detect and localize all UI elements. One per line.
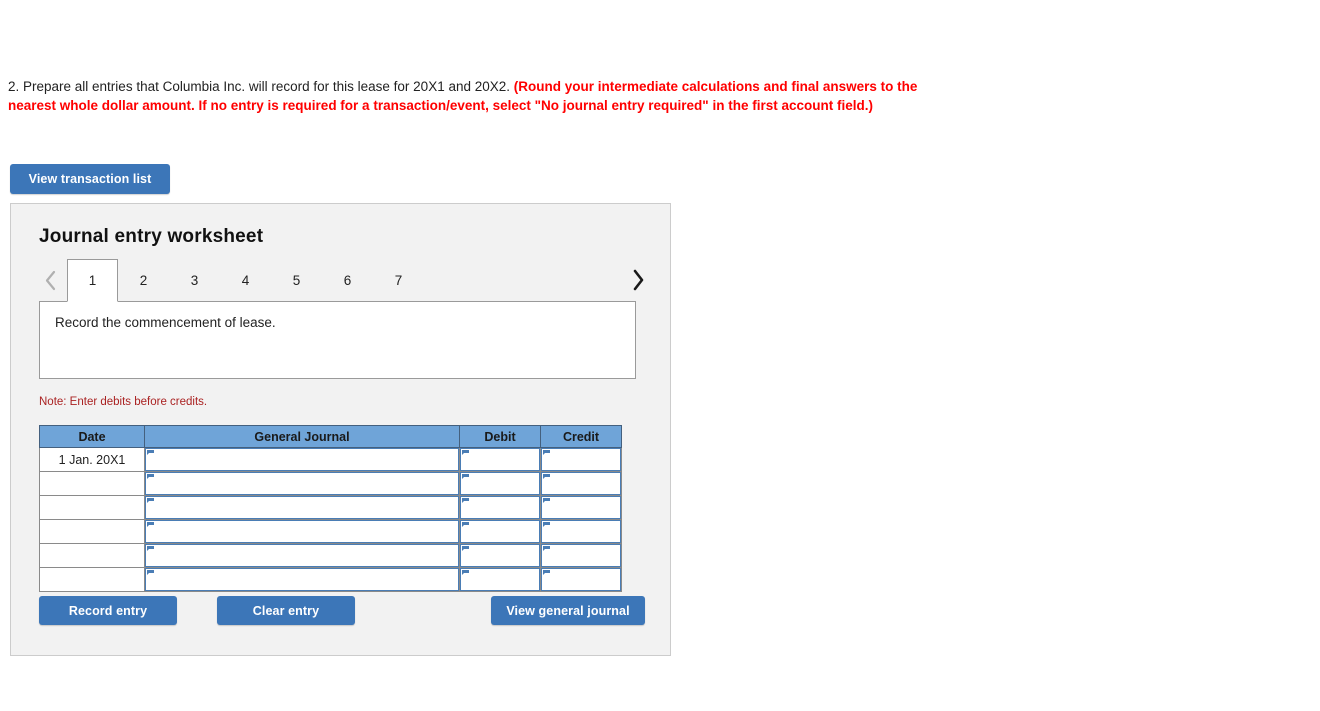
date-cell bbox=[39, 543, 145, 568]
worksheet-tab-6-label: 6 bbox=[343, 272, 352, 288]
debit-cell[interactable] bbox=[459, 471, 541, 496]
transaction-description-text: Record the commencement of lease. bbox=[55, 315, 276, 330]
worksheet-tab-5[interactable]: 5 bbox=[271, 259, 322, 301]
table-row bbox=[39, 519, 622, 544]
date-cell bbox=[39, 495, 145, 520]
credit-input[interactable] bbox=[541, 472, 621, 495]
view-general-journal-button[interactable]: View general journal bbox=[491, 596, 645, 625]
clear-entry-button[interactable]: Clear entry bbox=[217, 596, 355, 625]
date-cell bbox=[39, 519, 145, 544]
table-header-row: Date General Journal Debit Credit bbox=[39, 425, 622, 448]
worksheet-tab-1[interactable]: 1 bbox=[67, 259, 118, 302]
credit-cell[interactable] bbox=[540, 447, 622, 472]
debit-cell[interactable] bbox=[459, 543, 541, 568]
debit-input[interactable] bbox=[460, 472, 540, 495]
column-header-credit: Credit bbox=[540, 425, 622, 448]
worksheet-tab-2[interactable]: 2 bbox=[118, 259, 169, 301]
credit-input[interactable] bbox=[541, 544, 621, 567]
debit-input[interactable] bbox=[460, 496, 540, 519]
debits-before-credits-note: Note: Enter debits before credits. bbox=[39, 396, 208, 408]
credit-cell[interactable] bbox=[540, 495, 622, 520]
debit-cell[interactable] bbox=[459, 495, 541, 520]
date-cell: 1 Jan. 20X1 bbox=[39, 447, 145, 472]
question-main-text: 2. Prepare all entries that Columbia Inc… bbox=[8, 79, 511, 94]
general-journal-input[interactable] bbox=[145, 472, 459, 495]
debit-input[interactable] bbox=[460, 544, 540, 567]
column-header-general-journal: General Journal bbox=[144, 425, 460, 448]
worksheet-tab-4[interactable]: 4 bbox=[220, 259, 271, 301]
next-tab-button[interactable] bbox=[627, 263, 649, 297]
transaction-description-box: Record the commencement of lease. bbox=[39, 301, 636, 379]
credit-input[interactable] bbox=[541, 496, 621, 519]
date-cell bbox=[39, 567, 145, 592]
credit-cell[interactable] bbox=[540, 519, 622, 544]
credit-input[interactable] bbox=[541, 448, 621, 471]
general-journal-cell[interactable] bbox=[144, 471, 460, 496]
table-row bbox=[39, 471, 622, 496]
worksheet-tab-6[interactable]: 6 bbox=[322, 259, 373, 301]
worksheet-tab-strip: 1 2 3 4 5 6 7 bbox=[39, 259, 649, 304]
table-row bbox=[39, 543, 622, 568]
general-journal-cell[interactable] bbox=[144, 495, 460, 520]
worksheet-tab-3[interactable]: 3 bbox=[169, 259, 220, 301]
question-prompt: 2. Prepare all entries that Columbia Inc… bbox=[8, 78, 953, 115]
general-journal-input[interactable] bbox=[145, 448, 459, 471]
credit-cell[interactable] bbox=[540, 471, 622, 496]
worksheet-tab-5-label: 5 bbox=[292, 272, 301, 288]
table-row bbox=[39, 495, 622, 520]
general-journal-cell[interactable] bbox=[144, 519, 460, 544]
worksheet-tab-7-label: 7 bbox=[394, 272, 403, 288]
general-journal-input[interactable] bbox=[145, 496, 459, 519]
column-header-date: Date bbox=[39, 425, 145, 448]
date-cell bbox=[39, 471, 145, 496]
general-journal-input[interactable] bbox=[145, 568, 459, 591]
debit-cell[interactable] bbox=[459, 519, 541, 544]
chevron-right-icon bbox=[631, 268, 646, 292]
credit-input[interactable] bbox=[541, 568, 621, 591]
worksheet-tab-1-label: 1 bbox=[88, 273, 97, 288]
debit-input[interactable] bbox=[460, 520, 540, 543]
credit-cell[interactable] bbox=[540, 567, 622, 592]
worksheet-tabs: 1 2 3 4 5 6 7 bbox=[67, 259, 424, 304]
debit-input[interactable] bbox=[460, 568, 540, 591]
worksheet-title: Journal entry worksheet bbox=[39, 226, 264, 247]
credit-cell[interactable] bbox=[540, 543, 622, 568]
worksheet-tab-7[interactable]: 7 bbox=[373, 259, 424, 301]
record-entry-button[interactable]: Record entry bbox=[39, 596, 177, 625]
table-row: 1 Jan. 20X1 bbox=[39, 447, 622, 472]
debit-cell[interactable] bbox=[459, 567, 541, 592]
general-journal-input[interactable] bbox=[145, 520, 459, 543]
debit-input[interactable] bbox=[460, 448, 540, 471]
debit-cell[interactable] bbox=[459, 447, 541, 472]
table-row bbox=[39, 567, 622, 592]
view-transaction-list-button[interactable]: View transaction list bbox=[10, 164, 170, 194]
general-journal-cell[interactable] bbox=[144, 447, 460, 472]
general-journal-input[interactable] bbox=[145, 544, 459, 567]
worksheet-tab-2-label: 2 bbox=[139, 272, 148, 288]
worksheet-tab-3-label: 3 bbox=[190, 272, 199, 288]
credit-input[interactable] bbox=[541, 520, 621, 543]
worksheet-tab-4-label: 4 bbox=[241, 272, 250, 288]
journal-entry-table: Date General Journal Debit Credit 1 Jan.… bbox=[39, 425, 622, 592]
prev-tab-button[interactable] bbox=[39, 263, 61, 297]
general-journal-cell[interactable] bbox=[144, 543, 460, 568]
general-journal-cell[interactable] bbox=[144, 567, 460, 592]
chevron-left-icon bbox=[44, 270, 57, 291]
column-header-debit: Debit bbox=[459, 425, 541, 448]
journal-entry-worksheet-panel: Journal entry worksheet 1 2 3 4 5 6 7 Re… bbox=[10, 203, 671, 656]
